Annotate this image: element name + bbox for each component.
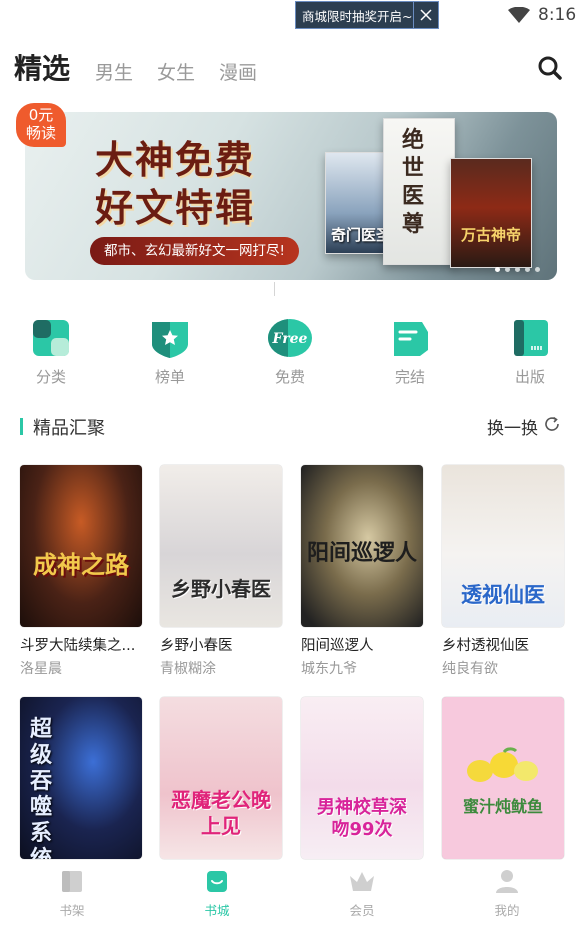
banner-cover-title: 万古神帝: [460, 226, 521, 244]
book-title: 斗罗大陆续集之...: [20, 638, 136, 654]
book-cover[interactable]: 阳间巡逻人: [301, 465, 423, 627]
promo-banner[interactable]: 大神免费 好文特辑 都市、玄幻最新好文一网打尽! 奇门医圣 绝世医尊 万古神帝: [25, 112, 557, 280]
banner-book-cover: 绝世医尊: [383, 118, 455, 265]
category-ranking[interactable]: 榜单: [135, 318, 205, 387]
category-label: 榜单: [154, 368, 185, 386]
close-icon[interactable]: [413, 2, 438, 28]
book-card[interactable]: 恶魔老公晚上见: [160, 697, 282, 859]
book-card[interactable]: 蜜汁炖鱿鱼: [442, 697, 564, 859]
book-card[interactable]: 成神之路 斗罗大陆续集之... 洛星晨: [20, 465, 142, 678]
nav-label: 书架: [59, 903, 85, 918]
bookshelf-icon: [59, 871, 85, 898]
book-card[interactable]: 男神校草深吻99次: [301, 697, 423, 859]
book-cover[interactable]: 恶魔老公晚上见: [160, 697, 282, 859]
tab-comics[interactable]: 漫画: [219, 58, 257, 85]
cover-title: 男神校草深吻99次: [317, 797, 407, 840]
finished-icon: [390, 322, 430, 362]
book-author: 青椒糊涂: [160, 661, 216, 677]
section-title: 精品汇聚: [33, 418, 105, 439]
nav-bookshelf[interactable]: 书架: [27, 868, 117, 919]
refresh-label: 换一换: [487, 419, 538, 439]
ranking-icon: [148, 322, 192, 362]
category-classify[interactable]: 分类: [16, 318, 86, 387]
tab-female[interactable]: 女生: [157, 58, 195, 85]
promo-toast[interactable]: 商城限时抽奖开启~: [295, 1, 439, 29]
wifi-icon: [508, 6, 530, 27]
book-title: 阳间巡逻人: [301, 638, 374, 654]
refresh-icon: [543, 415, 561, 438]
banner-title-line2: 好文特辑: [95, 186, 256, 230]
book-card[interactable]: 超级吞噬系统: [20, 697, 142, 859]
category-icon: [31, 320, 71, 362]
free-badge-text: Free: [272, 331, 308, 347]
tab-featured[interactable]: 精选: [14, 47, 70, 87]
user-icon: [494, 870, 520, 898]
nav-label: 会员: [349, 903, 375, 918]
banner-title-line1: 大神免费: [95, 138, 256, 182]
category-label: 分类: [35, 368, 66, 386]
book-card[interactable]: 乡野小春医 乡野小春医 青椒糊涂: [160, 465, 282, 678]
clock: 8:16: [538, 5, 577, 25]
banner-book-cover: 万古神帝: [450, 158, 532, 268]
status-bar: 商城限时抽奖开启~ 8:16: [0, 0, 581, 32]
book-cover[interactable]: 透视仙医: [442, 465, 564, 627]
bookstore-icon: [204, 871, 230, 898]
book-title: 乡野小春医: [160, 638, 233, 654]
bottom-nav: 书架 书城 会员 我的: [0, 860, 581, 930]
book-cover[interactable]: 成神之路: [20, 465, 142, 627]
cover-title: 阳间巡逻人: [306, 541, 417, 566]
cover-title: 透视仙医: [461, 583, 545, 607]
book-cover[interactable]: 乡野小春医: [160, 465, 282, 627]
cover-title: 成神之路: [33, 551, 129, 579]
publish-icon: [510, 320, 550, 362]
banner-dot[interactable]: [495, 267, 500, 272]
book-title: 乡村透视仙医: [442, 638, 529, 654]
category-free[interactable]: Free 免费: [255, 318, 325, 387]
cover-title: 蜜汁炖鱿鱼: [462, 797, 543, 816]
book-author: 城东九爷: [301, 661, 357, 677]
tab-male[interactable]: 男生: [95, 58, 133, 85]
book-cover[interactable]: 男神校草深吻99次: [301, 697, 423, 859]
banner-pagination: [495, 267, 540, 272]
nav-mine[interactable]: 我的: [462, 868, 552, 919]
banner-dot[interactable]: [535, 267, 540, 272]
category-label: 完结: [394, 368, 425, 386]
nav-label: 我的: [494, 903, 520, 918]
free-icon: Free: [266, 319, 314, 362]
book-author: 纯良有欲: [442, 661, 498, 677]
book-cover[interactable]: 蜜汁炖鱿鱼: [442, 697, 564, 859]
section-accent-bar: [20, 418, 23, 435]
banner-dot[interactable]: [525, 267, 530, 272]
badge-line2: 畅读: [25, 124, 56, 142]
divider: [274, 282, 275, 296]
banner-dot[interactable]: [515, 267, 520, 272]
banner-cover-title: 绝世医尊: [402, 128, 425, 237]
cover-title: 乡野小春医: [171, 577, 271, 601]
book-card[interactable]: 阳间巡逻人 阳间巡逻人 城东九爷: [301, 465, 423, 678]
nav-bookstore[interactable]: 书城: [172, 868, 262, 919]
banner-subtitle: 都市、玄幻最新好文一网打尽!: [90, 237, 299, 265]
nav-vip[interactable]: 会员: [317, 868, 407, 919]
promo-toast-text: 商城限时抽奖开启~: [302, 8, 413, 24]
top-tabs: 精选 男生 女生 漫画: [0, 45, 581, 91]
category-publish[interactable]: 出版: [495, 318, 565, 387]
banner-title: 大神免费 好文特辑: [95, 136, 255, 232]
category-label: 出版: [514, 368, 545, 386]
nav-label: 书城: [204, 903, 230, 918]
refresh-button[interactable]: 换一换: [487, 414, 561, 439]
book-card[interactable]: 透视仙医 乡村透视仙医 纯良有欲: [442, 465, 564, 678]
cover-title: 恶魔老公晚上见: [171, 788, 271, 838]
banner-dot[interactable]: [505, 267, 510, 272]
cover-title: 超级吞噬系统: [29, 717, 52, 859]
book-author: 洛星晨: [20, 661, 62, 677]
free-read-badge: 0元 畅读: [16, 103, 66, 147]
badge-line1: 0元: [28, 106, 54, 124]
lemon-illustration: [467, 747, 538, 782]
vip-crown-icon: [347, 872, 377, 898]
category-finished[interactable]: 完结: [375, 318, 445, 387]
search-icon[interactable]: [537, 55, 563, 85]
book-cover[interactable]: 超级吞噬系统: [20, 697, 142, 859]
category-label: 免费: [274, 368, 305, 386]
